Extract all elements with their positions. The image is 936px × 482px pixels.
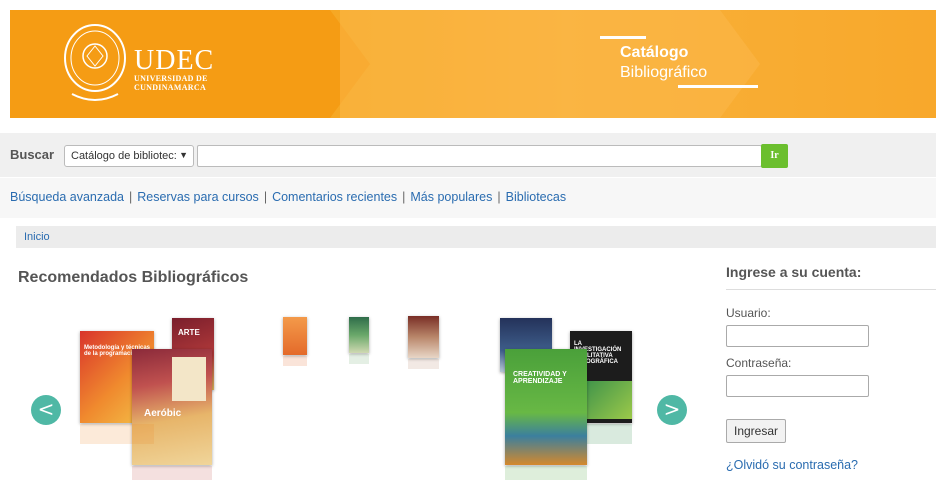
- book-reflection: [505, 466, 587, 480]
- header-banner: UDEC UNIVERSIDAD DE CUNDINAMARCA Catálog…: [10, 10, 936, 118]
- book-cover[interactable]: [408, 316, 439, 358]
- book-cover-text: ARTE: [178, 328, 200, 337]
- recommendations-title: Recomendados Bibliográficos: [18, 269, 249, 286]
- link-libraries[interactable]: Bibliotecas: [506, 190, 566, 204]
- university-logo[interactable]: UDEC UNIVERSIDAD DE CUNDINAMARCA: [134, 45, 215, 93]
- password-field[interactable]: [726, 375, 869, 397]
- search-label: Buscar: [10, 147, 55, 162]
- book-cover[interactable]: [349, 317, 369, 353]
- link-separator: |: [263, 190, 268, 204]
- forgot-password-link[interactable]: ¿Olvidó su contraseña?: [726, 458, 858, 472]
- book-cover-photo: [172, 357, 206, 401]
- book-cover[interactable]: CREATIVIDAD Y APRENDIZAJE: [505, 349, 587, 465]
- catalog-title: Catálogo: [620, 44, 689, 61]
- password-label: Contraseña:: [726, 356, 792, 370]
- carousel-next-button[interactable]: >: [657, 395, 687, 425]
- login-submit-button[interactable]: Ingresar: [726, 419, 786, 443]
- search-scope-value: Catálogo de bibliotec:: [71, 150, 177, 162]
- book-cover-text: CREATIVIDAD Y APRENDIZAJE: [513, 371, 567, 385]
- link-most-popular[interactable]: Más populares: [410, 190, 492, 204]
- link-separator: |: [497, 190, 501, 204]
- book-reflection: [132, 466, 212, 480]
- book-reflection: [408, 359, 439, 369]
- search-scope-select[interactable]: Catálogo de bibliotec: ▼: [64, 145, 194, 167]
- book-reflection: [349, 354, 369, 364]
- link-separator: |: [128, 190, 133, 204]
- breadcrumb: Inicio: [16, 226, 936, 248]
- chevron-left-icon: <: [37, 397, 55, 421]
- link-advanced-search[interactable]: Búsqueda avanzada: [10, 190, 124, 204]
- catalog-subtitle: Bibliográfico: [620, 64, 708, 81]
- logo-sub-line2: CUNDINAMARCA: [134, 83, 207, 92]
- login-divider: [726, 289, 936, 290]
- carousel-prev-button[interactable]: <: [31, 395, 61, 425]
- decorative-rule: [600, 36, 646, 39]
- link-separator: |: [402, 190, 406, 204]
- search-input[interactable]: [197, 145, 762, 167]
- book-reflection: [587, 424, 632, 444]
- username-label: Usuario:: [726, 306, 771, 320]
- book-reflection: [283, 356, 307, 366]
- search-go-button[interactable]: Ir: [761, 144, 788, 168]
- book-cover[interactable]: [283, 317, 307, 355]
- link-recent-comments[interactable]: Comentarios recientes: [272, 190, 397, 204]
- chevron-down-icon: ▼: [179, 150, 188, 160]
- quick-links: Búsqueda avanzada | Reservas para cursos | C…: [10, 190, 566, 204]
- decorative-rule: [678, 85, 758, 88]
- book-reflection: [80, 424, 154, 444]
- username-field[interactable]: [726, 325, 869, 347]
- book-cover-text: Aeróbic: [144, 408, 182, 419]
- breadcrumb-home[interactable]: Inicio: [24, 231, 50, 243]
- book-cover[interactable]: Aeróbic: [132, 349, 212, 465]
- logo-main-text: UDEC: [134, 45, 215, 76]
- login-title: Ingrese a su cuenta:: [726, 264, 862, 280]
- university-seal-icon: [64, 24, 126, 101]
- chevron-right-icon: >: [663, 397, 681, 421]
- logo-sub-line1: UNIVERSIDAD DE: [134, 74, 208, 83]
- link-course-reserves[interactable]: Reservas para cursos: [137, 190, 259, 204]
